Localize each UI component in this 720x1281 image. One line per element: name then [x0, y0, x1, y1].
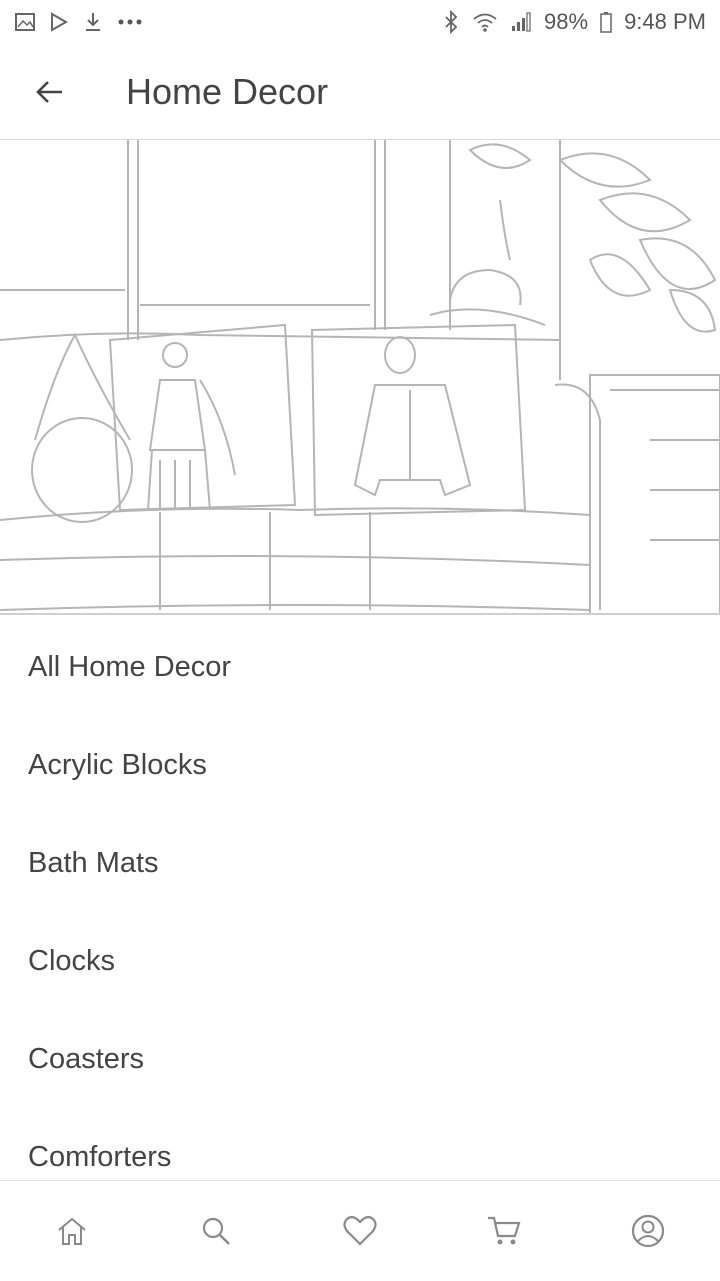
category-list: All Home Decor Acrylic Blocks Bath Mats …: [0, 618, 720, 1206]
arrow-left-icon: [36, 80, 62, 103]
nav-favorites-button[interactable]: [320, 1191, 400, 1271]
bluetooth-icon: [445, 10, 458, 34]
more-dots-icon: [118, 19, 142, 25]
battery-icon: [600, 12, 612, 33]
nav-home-button[interactable]: [32, 1191, 112, 1271]
back-button[interactable]: [14, 56, 86, 128]
category-item-clocks[interactable]: Clocks: [0, 912, 720, 1010]
status-left-icons: [14, 11, 144, 33]
status-right-icons: 98% 9:48 PM: [442, 9, 706, 35]
nav-account-button[interactable]: [608, 1191, 688, 1271]
heart-icon: [343, 1215, 377, 1246]
clock: 9:48 PM: [624, 9, 706, 34]
home-icon: [58, 1217, 86, 1245]
play-store-icon: [51, 12, 69, 32]
signal-icon: [512, 12, 531, 32]
nav-cart-button[interactable]: [464, 1191, 544, 1271]
page-title: Home Decor: [126, 70, 329, 112]
account-icon: [631, 1214, 665, 1248]
bottom-navigation: [0, 1180, 720, 1281]
image-icon: [15, 13, 35, 31]
sofa-illustration: [0, 140, 720, 613]
app-bar: Home Decor: [0, 44, 720, 140]
battery-percent: 98%: [544, 9, 589, 34]
download-icon: [86, 13, 100, 31]
category-item-coasters[interactable]: Coasters: [0, 1010, 720, 1108]
search-icon: [202, 1217, 230, 1245]
nav-search-button[interactable]: [176, 1191, 256, 1271]
category-item-all-home-decor[interactable]: All Home Decor: [0, 618, 720, 716]
wifi-icon: [473, 13, 497, 32]
banner-image: [0, 140, 720, 615]
status-bar: 98% 9:48 PM: [0, 0, 720, 44]
category-item-bath-mats[interactable]: Bath Mats: [0, 814, 720, 912]
category-item-acrylic-blocks[interactable]: Acrylic Blocks: [0, 716, 720, 814]
cart-icon: [488, 1216, 521, 1245]
